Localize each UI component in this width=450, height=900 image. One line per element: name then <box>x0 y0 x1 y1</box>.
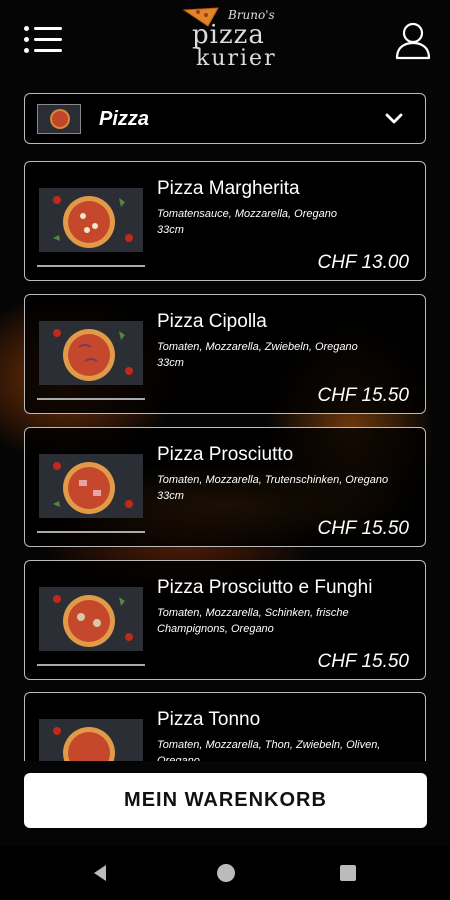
product-list: Pizza Margherita Tomatensauce, Mozzarell… <box>24 161 428 761</box>
product-price: CHF 13.00 <box>317 252 409 273</box>
image-underline <box>37 265 145 267</box>
pizza-image <box>39 188 143 252</box>
product-card[interactable]: Pizza Margherita Tomatensauce, Mozzarell… <box>24 161 426 281</box>
hamburger-menu-icon[interactable] <box>24 24 64 56</box>
product-description: Tomaten, Mozzarella, Trutenschinken, Ore… <box>157 474 389 502</box>
product-price: CHF 15.50 <box>317 651 409 672</box>
product-description: Tomaten, Mozzarella, Schinken, frische C… <box>157 607 349 635</box>
brand-logo[interactable]: Bruno's pizza kurier <box>178 2 277 76</box>
back-triangle-icon[interactable] <box>90 863 110 883</box>
product-name: Pizza Prosciutto <box>157 444 294 465</box>
image-underline <box>37 531 145 533</box>
category-dropdown[interactable]: Pizza <box>24 93 426 144</box>
image-underline <box>37 664 145 666</box>
recent-apps-square-icon[interactable] <box>340 865 356 881</box>
product-description: Tomatensauce, Mozzarella, Oregano 33cm <box>157 208 337 236</box>
pizza-image <box>39 454 143 518</box>
logo-text-kurier: kurier <box>196 46 277 71</box>
pizza-thumbnail-icon <box>37 104 81 134</box>
product-name: Pizza Tonno <box>157 709 261 730</box>
pizza-image <box>39 719 143 761</box>
chevron-down-icon <box>385 113 403 124</box>
product-name: Pizza Prosciutto e Funghi <box>157 577 373 598</box>
category-selected-label: Pizza <box>99 108 150 130</box>
product-name: Pizza Margherita <box>157 178 300 199</box>
product-card[interactable]: Pizza Prosciutto Tomaten, Mozzarella, Tr… <box>24 427 426 547</box>
product-card[interactable]: Pizza Tonno Tomaten, Mozzarella, Thon, Z… <box>24 692 426 761</box>
product-price: CHF 15.50 <box>317 518 409 539</box>
system-navigation-bar <box>0 846 450 900</box>
app-header: Bruno's pizza kurier <box>0 0 450 80</box>
pizza-image <box>39 587 143 651</box>
home-circle-icon[interactable] <box>217 864 235 882</box>
product-card[interactable]: Pizza Cipolla Tomaten, Mozzarella, Zwieb… <box>24 294 426 414</box>
product-name: Pizza Cipolla <box>157 311 267 332</box>
product-price: CHF 15.50 <box>317 385 409 406</box>
cart-button[interactable]: MEIN WARENKORB <box>24 773 427 828</box>
product-card[interactable]: Pizza Prosciutto e Funghi Tomaten, Mozza… <box>24 560 426 680</box>
pizza-image <box>39 321 143 385</box>
product-description: Tomaten, Mozzarella, Zwiebeln, Oregano 3… <box>157 341 358 369</box>
user-icon[interactable] <box>394 20 432 62</box>
image-underline <box>37 398 145 400</box>
product-description: Tomaten, Mozzarella, Thon, Zwiebeln, Oli… <box>157 739 381 761</box>
